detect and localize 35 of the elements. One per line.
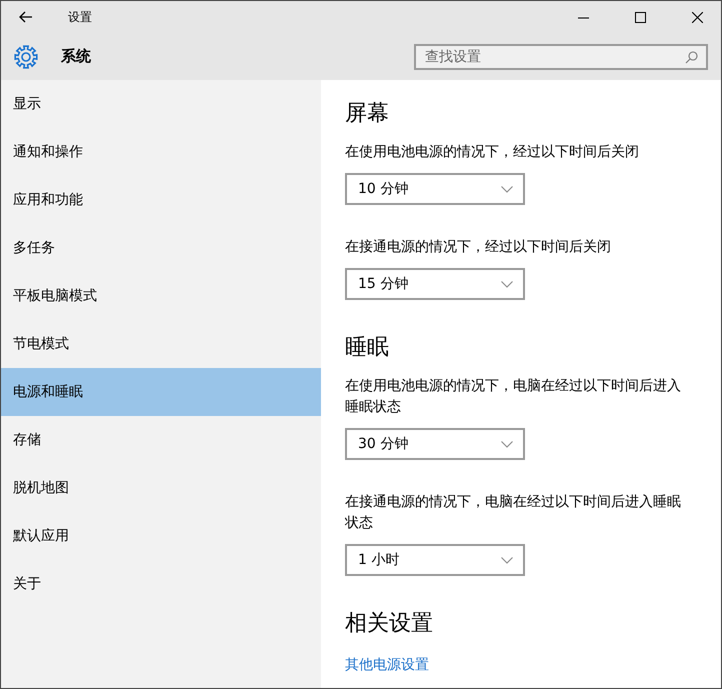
section-heading: 相关设置	[345, 610, 434, 638]
chevron-down-icon	[501, 441, 513, 448]
sidebar-item[interactable]: 平板电脑模式	[1, 272, 321, 320]
setting-label: 在接通电源的情况下，电脑在经过以下时间后进入睡眠状态	[345, 493, 682, 533]
sidebar-item[interactable]: 通知和操作	[1, 128, 321, 176]
chevron-down-icon	[501, 557, 513, 564]
chevron-down-icon	[501, 186, 513, 193]
sidebar-item[interactable]: 电源和睡眠	[1, 368, 321, 416]
sidebar-item[interactable]: 默认应用	[1, 512, 321, 560]
sidebar-item[interactable]: 节电模式	[1, 320, 321, 368]
dropdown[interactable]: 10 分钟	[345, 173, 525, 205]
close-icon[interactable]	[692, 12, 703, 22]
sidebar-item[interactable]: 关于	[1, 560, 321, 608]
window-title: 设置	[68, 8, 92, 26]
section-heading: 屏幕	[345, 100, 390, 128]
dropdown[interactable]: 30 分钟	[345, 428, 525, 460]
sidebar-item[interactable]: 应用和功能	[1, 176, 321, 224]
sidebar-item[interactable]: 脱机地图	[1, 464, 321, 512]
sidebar-item[interactable]: 显示	[1, 80, 321, 128]
search-icon[interactable]	[685, 50, 698, 64]
chevron-down-icon	[501, 281, 513, 288]
maximize-icon[interactable]	[635, 12, 646, 22]
section-heading: 睡眠	[345, 334, 390, 362]
search-field[interactable]: 查找设置	[414, 44, 708, 70]
settings-icon	[14, 44, 38, 68]
power-settings-link[interactable]: 其他电源设置	[345, 656, 429, 674]
sidebar-item[interactable]: 存储	[1, 416, 321, 464]
sidebar-item[interactable]: 多任务	[1, 224, 321, 272]
setting-label: 在使用电池电源的情况下，电脑在经过以下时间后进入睡眠状态	[345, 377, 682, 417]
setting-label: 在使用电池电源的情况下，经过以下时间后关闭	[345, 143, 640, 162]
dropdown[interactable]: 15 分钟	[345, 268, 525, 300]
setting-label: 在接通电源的情况下，经过以下时间后关闭	[345, 238, 612, 257]
back-arrow-icon[interactable]	[19, 11, 33, 23]
page-title: 系统	[61, 47, 91, 66]
dropdown[interactable]: 1 小时	[345, 544, 525, 576]
